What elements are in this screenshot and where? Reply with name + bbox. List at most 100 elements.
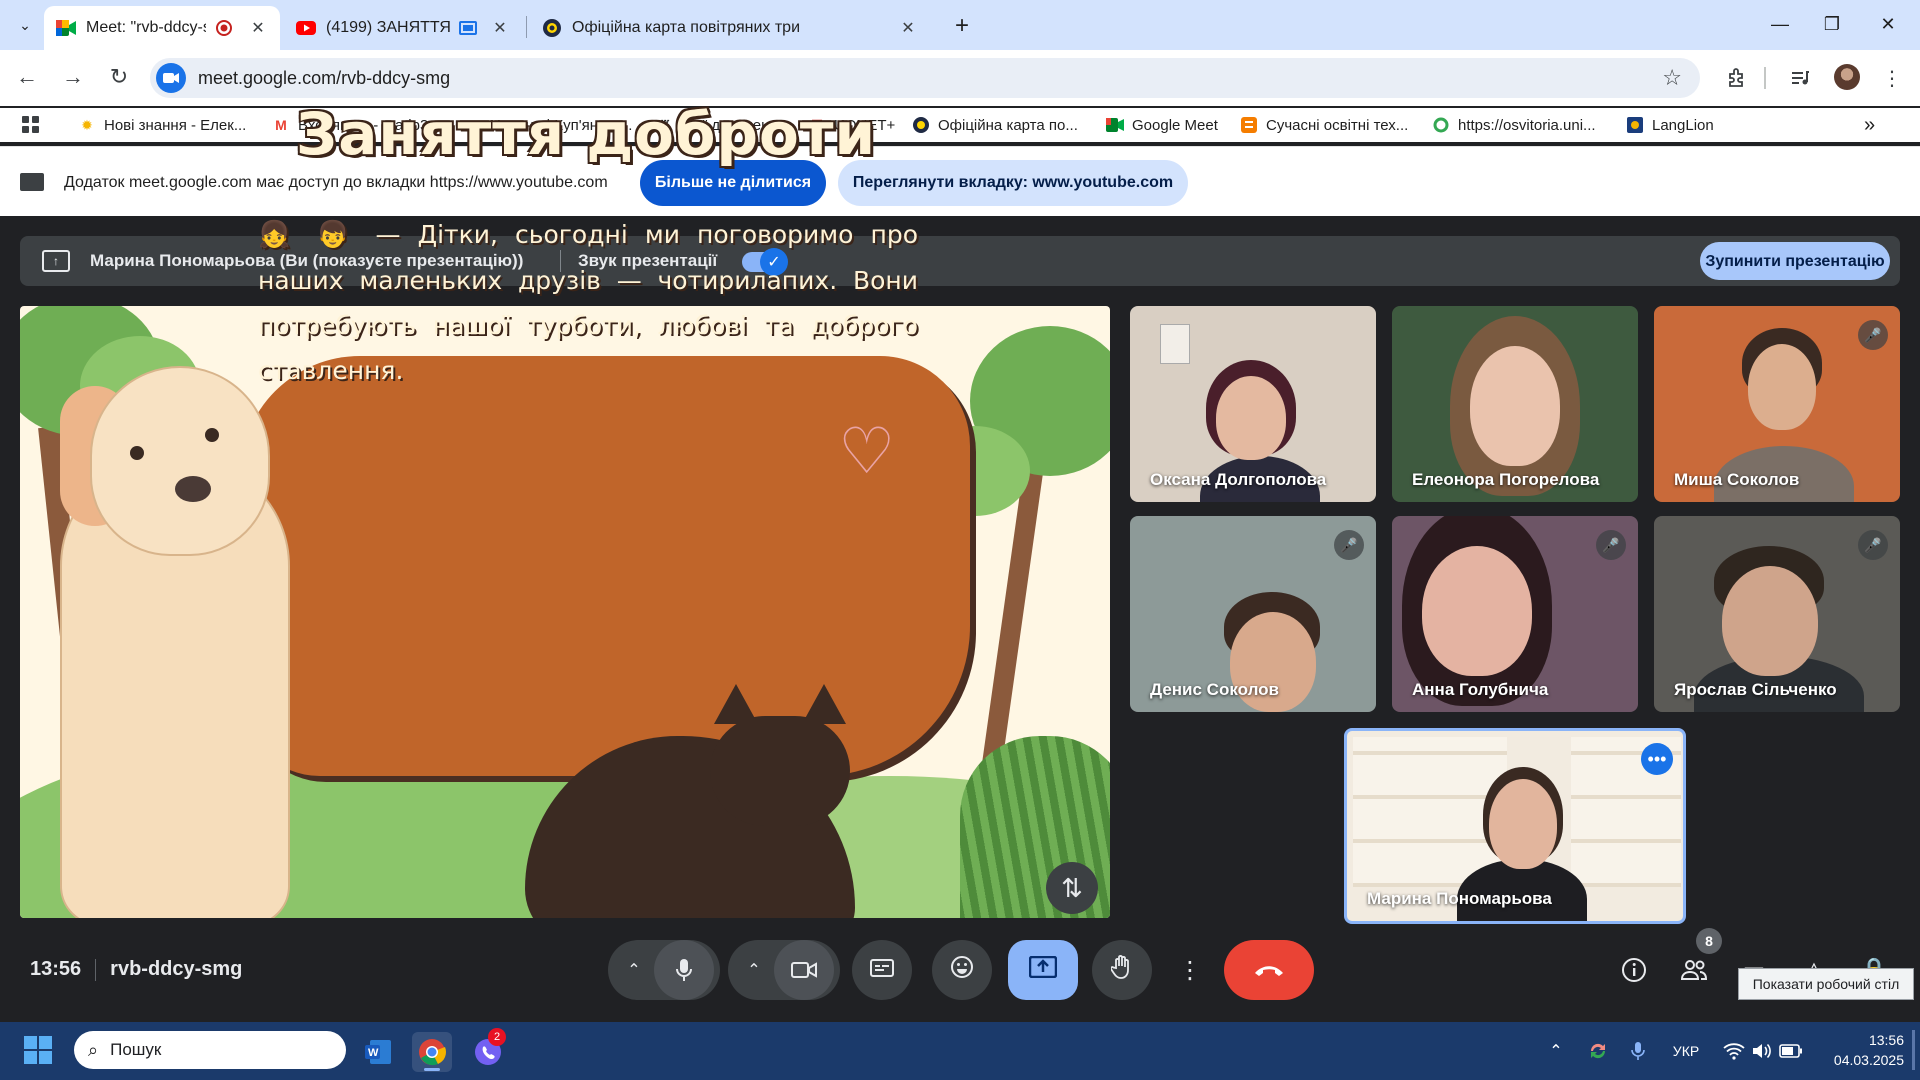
clock-time: 13:56 <box>1868 1032 1904 1048</box>
bookmark-item[interactable]: Сучасні освітні тех... <box>1240 112 1408 138</box>
wifi-icon[interactable] <box>1722 1038 1746 1064</box>
battery-icon[interactable] <box>1778 1038 1804 1064</box>
viber-notification-badge: 2 <box>488 1028 506 1046</box>
media-controls-icon[interactable] <box>1786 64 1814 92</box>
view-shared-tab-button[interactable]: Переглянути вкладку: www.youtube.com <box>838 160 1188 206</box>
show-hidden-icons-chevron-icon[interactable]: ⌃ <box>1544 1038 1568 1064</box>
more-options-icon[interactable]: ⋮ <box>1172 940 1208 1000</box>
bookmark-item[interactable]: https://osvitoria.uni... <box>1432 112 1596 138</box>
tab-youtube[interactable]: (4199) ЗАНЯТТЯ ДОБРОТИ ✕ <box>284 6 522 50</box>
tab-search-menu-button[interactable]: ⌄ <box>10 12 40 38</box>
cat-ear <box>802 684 846 724</box>
participant-tile[interactable]: 🎤 Денис Соколов <box>1130 516 1376 712</box>
back-arrow-icon[interactable]: ← <box>12 62 42 92</box>
chrome-app-icon[interactable] <box>412 1032 452 1072</box>
participant-name: Денис Соколов <box>1150 680 1279 699</box>
microphone-control[interactable]: ⌃ <box>608 940 720 1000</box>
camera-control[interactable]: ⌃ <box>728 940 840 1000</box>
mic-off-icon: 🎤 <box>1858 530 1888 560</box>
bookmark-item[interactable]: ✹ Нові знання - Елек... <box>78 112 246 138</box>
browser-menu-icon[interactable]: ⋮ <box>1878 64 1906 92</box>
close-tab-icon[interactable]: ✕ <box>898 18 918 38</box>
raise-hand-button[interactable] <box>1092 940 1152 1000</box>
dog-eye <box>205 428 219 442</box>
dog-eye <box>130 446 144 460</box>
new-tab-button[interactable]: + <box>948 12 976 40</box>
extensions-icon[interactable] <box>1722 64 1750 92</box>
circle-icon <box>1432 116 1450 134</box>
participant-tile[interactable]: 🎤 Анна Голубнича <box>1392 516 1638 712</box>
audio-settings-chevron-icon[interactable]: ⌃ <box>614 960 654 980</box>
close-tab-icon[interactable]: ✕ <box>490 18 510 38</box>
apps-grid-icon[interactable] <box>22 112 40 138</box>
clock-date: 04.03.2025 <box>1833 1052 1904 1068</box>
participant-tile[interactable]: Оксана Долгополова <box>1130 306 1376 502</box>
hand-icon <box>1110 954 1133 987</box>
participant-name: Елеонора Погорелова <box>1412 470 1600 489</box>
participant-count-badge: 8 <box>1696 928 1722 954</box>
profile-avatar[interactable] <box>1834 64 1860 90</box>
microphone-tray-icon[interactable] <box>1626 1038 1650 1064</box>
stop-presenting-button[interactable]: Зупинити презентацію <box>1700 242 1890 280</box>
screen-share-icon <box>20 173 44 191</box>
self-view-tile[interactable]: ••• Марина Пономарьова <box>1344 728 1686 924</box>
tab-meet[interactable]: Meet: "rvb-ddcy-smg" ✕ <box>44 6 280 50</box>
recording-icon <box>214 18 234 38</box>
video-settings-chevron-icon[interactable]: ⌃ <box>734 960 774 980</box>
wall-frame <box>1160 324 1190 364</box>
language-indicator[interactable]: УКР <box>1664 1038 1708 1064</box>
paw-heart-icon: ♡ <box>838 415 896 487</box>
swap-layout-icon[interactable]: ⇅ <box>1046 862 1098 914</box>
lion-icon <box>1626 116 1644 134</box>
running-indicator <box>424 1068 440 1071</box>
restore-icon[interactable]: ❐ <box>1802 8 1862 40</box>
toolbar-divider <box>1764 67 1766 89</box>
slide-text: 👧 👦 — Дітки, сьогодні ми поговоримо про … <box>258 212 918 393</box>
microphone-icon[interactable] <box>654 940 714 1000</box>
google-meet-icon <box>56 18 76 38</box>
youtube-icon <box>296 18 316 38</box>
blogger-icon <box>1240 116 1258 134</box>
captions-button[interactable] <box>852 940 912 1000</box>
volume-icon[interactable] <box>1750 1038 1774 1064</box>
participant-name: Ярослав Сільченко <box>1674 680 1837 699</box>
site-info-icon[interactable] <box>156 63 186 93</box>
participant-tile[interactable]: Елеонора Погорелова <box>1392 306 1638 502</box>
mic-off-icon: 🎤 <box>1858 320 1888 350</box>
forward-arrow-icon[interactable]: → <box>58 62 88 92</box>
word-app-icon[interactable]: W <box>358 1032 398 1072</box>
shared-slide: ♡ <box>20 306 1110 918</box>
more-options-icon[interactable]: ••• <box>1641 743 1673 775</box>
more-bookmarks-button[interactable]: » <box>1864 112 1875 138</box>
meeting-details-icon[interactable] <box>1616 952 1652 988</box>
bookmark-item[interactable]: LangLion <box>1626 112 1714 138</box>
close-tab-icon[interactable]: ✕ <box>248 18 268 38</box>
leave-call-button[interactable] <box>1224 940 1314 1000</box>
participant-tile[interactable]: 🎤 Миша Соколов <box>1654 306 1900 502</box>
people-icon[interactable] <box>1676 952 1712 988</box>
meeting-code: rvb-ddcy-smg <box>110 958 243 980</box>
show-desktop-edge[interactable] <box>1912 1030 1915 1070</box>
bookmark-star-icon[interactable]: ☆ <box>1662 65 1682 91</box>
bookmark-item[interactable]: Офіційна карта по... <box>912 112 1078 138</box>
taskbar-clock[interactable]: 13:56 04.03.2025 <box>1818 1030 1904 1070</box>
participant-tile[interactable]: 🎤 Ярослав Сільченко <box>1654 516 1900 712</box>
present-screen-icon: ↑ <box>42 250 70 272</box>
reactions-button[interactable] <box>932 940 992 1000</box>
camera-icon[interactable] <box>774 940 834 1000</box>
meeting-time: 13:56 <box>30 958 82 980</box>
minimize-icon[interactable]: — <box>1750 8 1810 40</box>
tab-air-alert-map[interactable]: Офіційна карта повітряних три ✕ <box>530 6 930 50</box>
bookmark-item[interactable]: Google Meet <box>1106 112 1218 138</box>
participant-name: Миша Соколов <box>1674 470 1800 489</box>
mic-off-icon: 🎤 <box>1334 530 1364 560</box>
windows-start-icon[interactable] <box>24 1036 52 1064</box>
taskbar-search-box[interactable]: ⌕ Пошук <box>74 1031 346 1069</box>
reload-icon[interactable]: ↻ <box>104 62 134 92</box>
sync-icon[interactable] <box>1586 1038 1610 1064</box>
dog-head <box>90 366 270 556</box>
sun-icon: ✹ <box>81 116 93 133</box>
present-now-button[interactable] <box>1008 940 1078 1000</box>
close-window-icon[interactable]: ✕ <box>1858 8 1918 40</box>
address-bar[interactable]: meet.google.com/rvb-ddcy-smg ☆ <box>150 58 1700 98</box>
